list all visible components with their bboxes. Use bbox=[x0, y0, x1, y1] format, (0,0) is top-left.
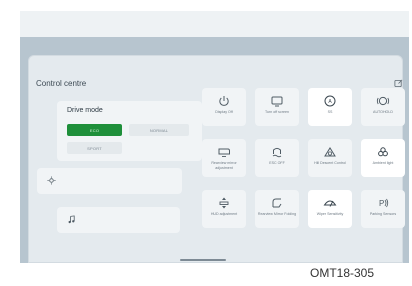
drive-mode-card: Drive mode ECO NORMAL SPORT bbox=[57, 101, 202, 161]
tile-turn-off-screen[interactable]: Turn off screen bbox=[255, 88, 299, 126]
tile-label: Turn off screen bbox=[265, 110, 289, 114]
tile-ambient-light[interactable]: Ambient light bbox=[361, 139, 405, 177]
tile-parking-sensors[interactable]: P Parking Sensors bbox=[361, 190, 405, 228]
tile-hill-descent-control[interactable]: Hill Descent Control bbox=[308, 139, 352, 177]
power-icon bbox=[219, 96, 229, 106]
tile-label: Display Off bbox=[215, 110, 233, 114]
tile-rearview-mirror-adjustment[interactable]: Rearview mirror adjustment bbox=[202, 139, 246, 177]
home-indicator-bar[interactable] bbox=[180, 259, 226, 261]
svg-text:A: A bbox=[328, 99, 332, 105]
tile-rearview-mirror-folding[interactable]: Rearview Mirror Folding bbox=[255, 190, 299, 228]
parking-sensor-icon: P bbox=[379, 198, 389, 208]
tile-hud-adjustment[interactable]: HUD adjustment bbox=[202, 190, 246, 228]
brightness-slider[interactable] bbox=[37, 168, 182, 194]
tile-autohold[interactable]: AUTOHOLD bbox=[361, 88, 405, 126]
tile-label: HUD adjustment bbox=[210, 212, 238, 216]
tile-label: ESC OFF bbox=[269, 161, 285, 165]
drive-mode-label: Drive mode bbox=[67, 107, 103, 114]
tile-label: Rearview mirror adjustment bbox=[211, 161, 237, 170]
top-status-strip bbox=[20, 11, 409, 37]
tile-label: SS bbox=[327, 110, 333, 114]
tile-esc-off[interactable]: ESC OFF bbox=[255, 139, 299, 177]
mirror-adjust-icon bbox=[218, 148, 230, 157]
drive-mode-normal-button[interactable]: NORMAL bbox=[129, 124, 189, 136]
auto-start-stop-icon: A bbox=[324, 95, 336, 107]
tile-label: Wiper Sensitivity bbox=[316, 212, 344, 216]
control-centre-title: Control centre bbox=[36, 79, 87, 88]
tile-label: Ambient light bbox=[372, 161, 394, 165]
svg-text:P: P bbox=[379, 199, 384, 208]
wiper-icon bbox=[323, 200, 337, 207]
brightness-icon bbox=[47, 176, 56, 185]
autohold-icon bbox=[376, 96, 390, 106]
tile-label: Rearview Mirror Folding bbox=[257, 212, 297, 216]
tile-display-off[interactable]: Display Off bbox=[202, 88, 246, 126]
tile-label: Parking Sensors bbox=[369, 212, 397, 216]
esc-off-icon bbox=[272, 147, 282, 158]
tile-label: AUTOHOLD bbox=[373, 110, 393, 114]
ambient-light-icon bbox=[378, 147, 388, 157]
tile-auto-start-stop[interactable]: A SS bbox=[308, 88, 352, 126]
hud-icon bbox=[219, 197, 229, 209]
mirror-fold-icon bbox=[272, 198, 282, 208]
hill-descent-icon bbox=[324, 147, 336, 157]
drive-mode-eco-button[interactable]: ECO bbox=[67, 124, 122, 136]
tile-wiper-sensitivity[interactable]: Wiper Sensitivity bbox=[308, 190, 352, 228]
volume-slider[interactable] bbox=[57, 207, 180, 233]
drive-mode-sport-button[interactable]: SPORT bbox=[67, 142, 122, 154]
music-note-icon bbox=[68, 215, 75, 224]
figure-caption: OMT18-305 bbox=[310, 266, 375, 280]
tile-label: Hill Descent Control bbox=[314, 161, 346, 165]
edit-icon[interactable] bbox=[394, 79, 403, 88]
screen-off-icon bbox=[271, 96, 283, 107]
